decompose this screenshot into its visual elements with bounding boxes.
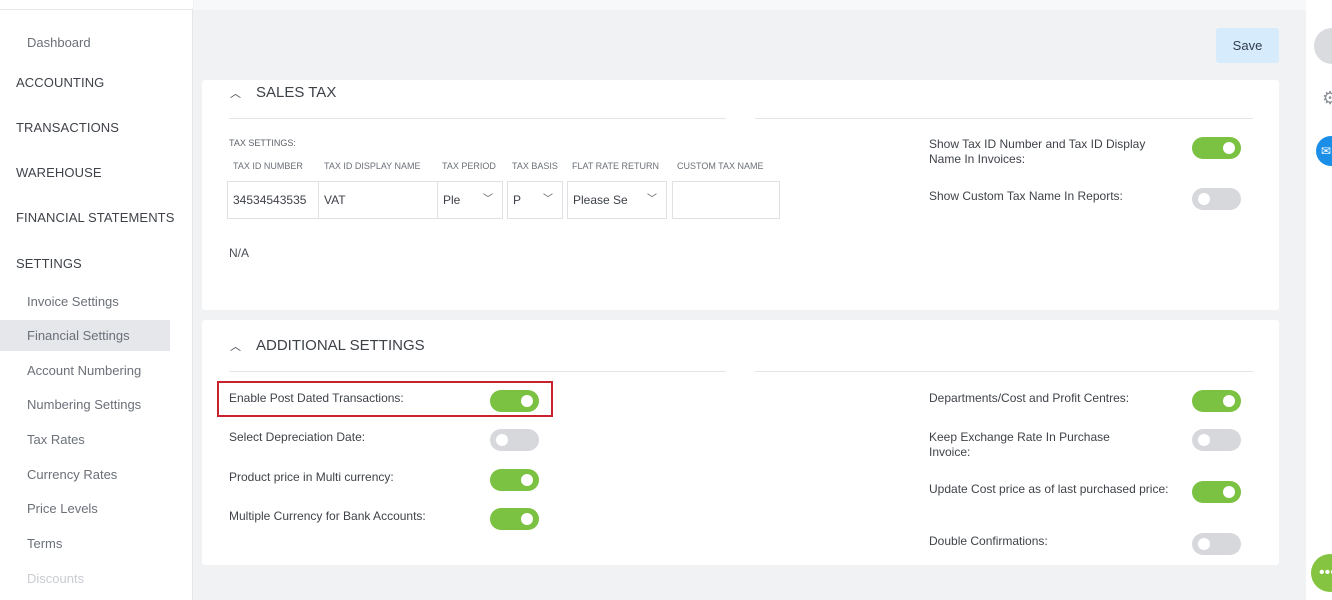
sidebar-item-account-numbering[interactable]: Account Numbering <box>27 363 141 378</box>
sidebar-header <box>0 0 193 10</box>
show-tax-id-label: Show Tax ID Number and Tax ID Display Na… <box>929 137 1146 166</box>
double-confirmations-label: Double Confirmations: <box>929 534 1048 548</box>
sidebar-item-warehouse[interactable]: WAREHOUSE <box>16 165 102 180</box>
sidebar-item-transactions[interactable]: TRANSACTIONS <box>16 120 119 135</box>
departments-label: Departments/Cost and Profit Centres: <box>929 391 1130 405</box>
depreciation-date-label: Select Depreciation Date: <box>229 430 366 444</box>
bank-multi-currency-label: Multiple Currency for Bank Accounts: <box>229 509 426 523</box>
show-custom-tax-toggle[interactable] <box>1192 188 1241 210</box>
sidebar-item-currency-rates[interactable]: Currency Rates <box>27 467 117 482</box>
sidebar-item-price-levels[interactable]: Price Levels <box>27 501 98 516</box>
show-tax-id-toggle[interactable] <box>1192 137 1241 159</box>
dropdown-chevron-icon: ﹀ <box>543 194 553 205</box>
sales-tax-header[interactable]: ︿ SALES TAX <box>230 84 336 101</box>
multi-currency-price-label: Product price in Multi currency: <box>229 470 394 484</box>
sidebar-item-terms[interactable]: Terms <box>27 536 62 551</box>
na-text: N/A <box>229 246 250 260</box>
sidebar-item-numbering-settings[interactable]: Numbering Settings <box>27 397 141 412</box>
update-cost-toggle[interactable] <box>1192 481 1241 503</box>
exchange-rate-toggle[interactable] <box>1192 429 1241 451</box>
tax-id-display-name-field[interactable]: VAT <box>318 181 438 219</box>
custom-tax-name-field[interactable] <box>672 181 780 219</box>
sidebar-item-accounting[interactable]: ACCOUNTING <box>16 75 104 90</box>
save-button[interactable]: Save <box>1216 28 1279 63</box>
sidebar-item-financial-statements[interactable]: FINANCIAL STATEMENTS <box>16 210 175 225</box>
exchange-rate-label: Keep Exchange Rate In Purchase Invoice: <box>929 430 1110 459</box>
divider <box>229 118 726 119</box>
col-tax-basis: TAX BASIS <box>512 161 558 171</box>
additional-settings-card: ︿ ADDITIONAL SETTINGS Enable Post Dated … <box>202 320 1279 565</box>
tax-basis-value: P <box>513 193 522 207</box>
divider <box>755 371 1253 372</box>
tax-period-value: Ple <box>443 193 461 207</box>
tax-basis-select[interactable]: P ﹀ <box>507 181 563 219</box>
additional-settings-title: ADDITIONAL SETTINGS <box>256 337 425 354</box>
top-strip <box>194 0 1306 10</box>
col-tax-id-number: TAX ID NUMBER <box>233 161 303 171</box>
dropdown-chevron-icon: ﹀ <box>647 194 657 205</box>
additional-settings-header[interactable]: ︿ ADDITIONAL SETTINGS <box>230 337 425 354</box>
divider <box>755 118 1253 119</box>
sales-tax-card: ︿ SALES TAX TAX SETTINGS: TAX ID NUMBER … <box>202 80 1279 310</box>
divider <box>229 371 726 372</box>
bank-multi-currency-toggle[interactable] <box>490 508 539 530</box>
show-custom-tax-label: Show Custom Tax Name In Reports: <box>929 189 1123 203</box>
sales-tax-title: SALES TAX <box>256 84 337 101</box>
double-confirmations-toggle[interactable] <box>1192 533 1241 555</box>
col-custom-tax-name: CUSTOM TAX NAME <box>677 161 764 171</box>
depreciation-date-toggle[interactable] <box>490 429 539 451</box>
flat-rate-return-value: Please Se <box>573 193 628 207</box>
departments-toggle[interactable] <box>1192 390 1241 412</box>
sidebar-item-settings[interactable]: SETTINGS <box>16 256 82 271</box>
sidebar-item-dashboard[interactable]: Dashboard <box>27 35 91 50</box>
chevron-up-icon[interactable]: ︿ <box>230 338 244 354</box>
update-cost-label: Update Cost price as of last purchased p… <box>929 482 1169 496</box>
col-tax-id-display-name: TAX ID DISPLAY NAME <box>324 161 421 171</box>
sidebar-item-discounts[interactable]: Discounts <box>27 571 84 586</box>
sidebar: Dashboard ACCOUNTING TRANSACTIONS WAREHO… <box>0 0 193 600</box>
sidebar-item-invoice-settings[interactable]: Invoice Settings <box>27 294 119 309</box>
col-tax-period: TAX PERIOD <box>442 161 496 171</box>
tax-id-number-field[interactable]: 34534543535 <box>227 181 321 219</box>
col-flat-rate-return: FLAT RATE RETURN <box>572 161 660 171</box>
gear-icon[interactable]: ⚙ <box>1322 88 1332 109</box>
sidebar-item-financial-settings[interactable]: Financial Settings <box>27 328 130 343</box>
flat-rate-return-select[interactable]: Please Se ﹀ <box>567 181 667 219</box>
dropdown-chevron-icon: ﹀ <box>483 194 493 205</box>
tax-period-select[interactable]: Ple ﹀ <box>437 181 503 219</box>
multi-currency-price-toggle[interactable] <box>490 469 539 491</box>
chevron-up-icon[interactable]: ︿ <box>230 85 244 101</box>
sidebar-item-tax-rates[interactable]: Tax Rates <box>27 432 85 447</box>
highlight-box <box>217 381 553 417</box>
tax-settings-label: TAX SETTINGS: <box>229 138 296 148</box>
